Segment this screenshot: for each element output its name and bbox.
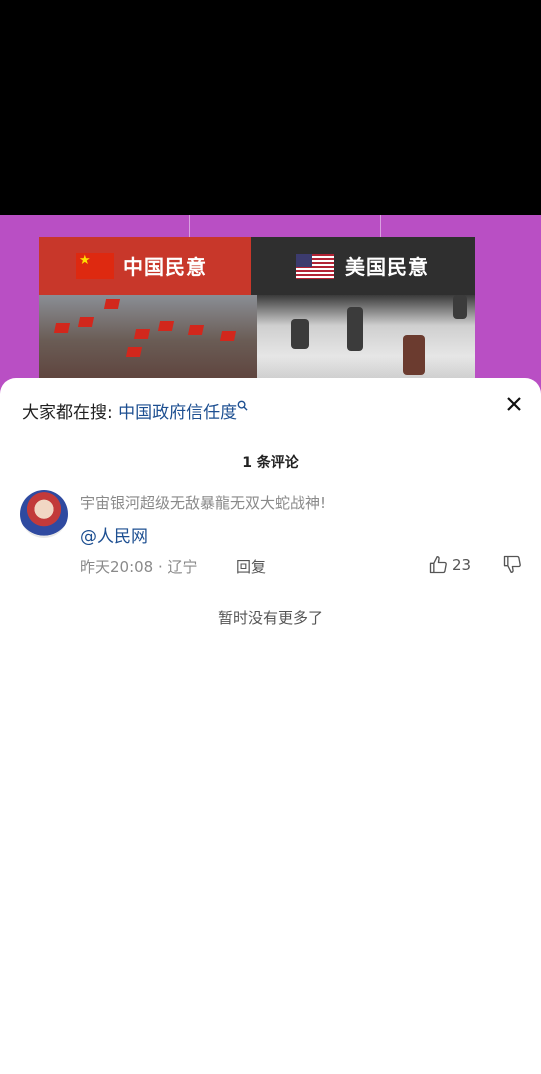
search-icon <box>237 400 248 411</box>
comment-count: 1 条评论 <box>242 455 299 471</box>
us-flag-icon <box>296 254 334 279</box>
avatar[interactable] <box>20 490 68 538</box>
comment-mention-link[interactable]: @人民网 <box>80 522 148 547</box>
china-flag-icon: ★ <box>76 253 114 279</box>
thumb-up-icon <box>429 556 447 574</box>
search-suggestion[interactable]: 大家都在搜: 中国政府信任度 <box>22 398 248 423</box>
comment-meta: 昨天20:08 · 辽宁 <box>80 558 198 576</box>
banner-left-header: ★ 中国民意 <box>39 237 251 295</box>
comments-sheet: 大家都在搜: 中国政府信任度 1 条评论 宇宙银河超级无敌暴龍无双大蛇战神! @… <box>0 378 541 1074</box>
banner-right-header: 美国民意 <box>251 237 475 295</box>
like-count: 23 <box>452 556 472 574</box>
divider <box>380 215 381 237</box>
banner-left-title: 中国民意 <box>123 255 207 279</box>
search-prefix: 大家都在搜: <box>22 403 119 423</box>
divider <box>189 215 190 237</box>
banner-right-title: 美国民意 <box>345 255 429 279</box>
video-thumbnail: ★ 中国民意 美国民意 <box>39 237 475 397</box>
end-of-list-text: 暂时没有更多了 <box>217 609 323 627</box>
like-button[interactable]: 23 <box>428 554 471 576</box>
close-icon[interactable] <box>502 392 526 416</box>
dislike-button[interactable] <box>502 554 522 578</box>
reply-button[interactable]: 回复 <box>236 556 266 577</box>
thumb-down-icon <box>503 555 521 573</box>
search-term-link[interactable]: 中国政府信任度 <box>118 403 237 423</box>
comment-text: 宇宙银河超级无敌暴龍无双大蛇战神! <box>80 494 327 512</box>
